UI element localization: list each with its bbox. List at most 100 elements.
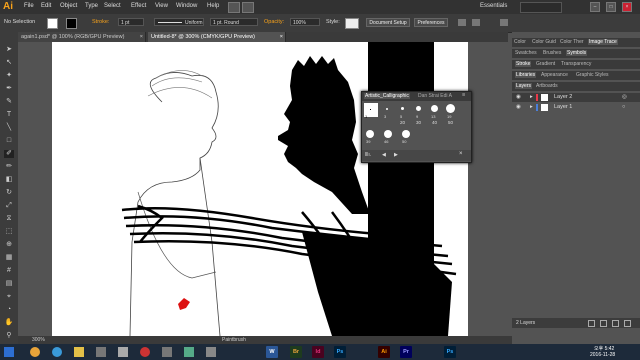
chrome-icon[interactable] [140, 347, 150, 357]
graphic-style-swatch[interactable] [345, 18, 359, 29]
brush-swatch[interactable]: 1 [364, 103, 378, 119]
layer-row-layer-2[interactable]: ◉ ▸ Layer 2 ◎ [512, 93, 640, 102]
brush-swatch[interactable]: 5 [396, 103, 410, 119]
eraser-tool-icon[interactable]: ◧ [4, 176, 14, 184]
zoom-tool-icon[interactable]: ⚲ [4, 332, 14, 340]
eyedropper-tool-icon[interactable]: ⌖ [4, 293, 14, 301]
brush-swatch[interactable]: 13 [428, 103, 442, 119]
tab-untitled-8[interactable]: Untitled-8* @ 300% (CMYK/GPU Preview) × [148, 32, 286, 42]
tab-color[interactable]: Color [514, 39, 526, 45]
opacity-field[interactable]: 100% [290, 18, 320, 26]
trash-icon[interactable] [624, 320, 631, 327]
paintbrush-tool-icon[interactable]: ✐ [4, 150, 14, 158]
close-button[interactable]: × [622, 2, 632, 12]
brush-dot-icon[interactable] [402, 130, 410, 138]
app-icon[interactable] [118, 347, 128, 357]
preferences-button[interactable]: Preferences [414, 18, 448, 27]
shape-builder-tool-icon[interactable]: ⊕ [4, 241, 14, 249]
brush-definition[interactable]: 1 pt. Round [210, 18, 258, 26]
word-icon[interactable]: W [266, 346, 278, 358]
type-tool-icon[interactable]: T [4, 111, 14, 119]
tab-graphic-styles[interactable]: Graphic Styles [576, 72, 609, 78]
target-icon[interactable]: ○ [622, 103, 625, 112]
stroke-swatch[interactable] [66, 18, 77, 29]
illustrator-app-icon[interactable]: Ai [378, 346, 390, 358]
current-tool-status[interactable]: Paintbrush [222, 337, 246, 343]
bridge-icon[interactable] [228, 2, 240, 13]
app-icon[interactable] [162, 347, 172, 357]
menu-effect[interactable]: Effect [131, 3, 146, 9]
menu-edit[interactable]: Edit [41, 3, 51, 9]
windows-start-icon[interactable] [4, 347, 14, 357]
brush-swatch[interactable]: 19 [444, 103, 458, 119]
document-setup-button[interactable]: Document Setup [366, 18, 410, 27]
tab-image-trace[interactable]: Image Trace [588, 39, 618, 45]
file-explorer-icon[interactable] [74, 347, 84, 357]
layer-name[interactable]: Layer 2 [554, 93, 572, 102]
menu-file[interactable]: File [24, 3, 34, 9]
blend-tool-icon[interactable]: ◔ [4, 306, 14, 314]
target-icon[interactable]: ◎ [622, 93, 627, 102]
magic-wand-tool-icon[interactable]: ✦ [4, 72, 14, 80]
tab-artistic-calligraphic[interactable]: Artistic_Calligraphic [364, 93, 410, 99]
variable-width-profile[interactable]: Uniform [154, 18, 204, 26]
brush-library-menu-icon[interactable]: lllı. [365, 152, 371, 158]
locate-object-icon[interactable] [588, 320, 595, 327]
brush-panel-other-tabs[interactable]: Dan Strai Edi A [418, 93, 452, 99]
expand-icon[interactable]: ▸ [530, 93, 533, 102]
indesign-app-icon[interactable]: Id [312, 346, 324, 358]
stroke-weight-field[interactable]: 1 pt [118, 18, 144, 26]
arrange-documents-icon[interactable] [242, 2, 254, 13]
brush-dot-icon[interactable] [384, 130, 392, 138]
stroke-label[interactable]: Stroke: [92, 19, 109, 25]
next-library-icon[interactable]: ▶ [394, 152, 398, 158]
brush-dot-icon[interactable] [366, 130, 374, 138]
layer-row-layer-1[interactable]: ◉ ▸ Layer 1 ○ [512, 103, 640, 112]
make-clipping-mask-icon[interactable] [600, 320, 607, 327]
new-layer-icon[interactable] [612, 320, 619, 327]
tab-brushes[interactable]: Brushes [543, 50, 561, 56]
free-transform-tool-icon[interactable]: ⬚ [4, 228, 14, 236]
tab-color-guide[interactable]: Color Guid [532, 39, 556, 45]
menu-type[interactable]: Type [85, 3, 98, 9]
pen-tool-icon[interactable]: ✒ [4, 85, 14, 93]
mesh-tool-icon[interactable]: # [4, 267, 14, 275]
tab-color-themes[interactable]: Color Ther [560, 39, 584, 45]
artboard-canvas[interactable] [52, 42, 468, 336]
tab-again1[interactable]: again1.psd* @ 100% (RGB/GPU Preview) × [18, 32, 146, 42]
workspace-switcher[interactable]: Essentials [480, 3, 507, 9]
line-tool-icon[interactable]: ╲ [4, 124, 14, 132]
tab-artboards[interactable]: Artboards [536, 83, 558, 89]
app-icon[interactable] [184, 347, 194, 357]
tab-stroke[interactable]: Stroke [515, 61, 532, 67]
tab-gradient[interactable]: Gradient [536, 61, 555, 67]
gradient-tool-icon[interactable]: ▤ [4, 280, 14, 288]
align-icon[interactable] [458, 19, 466, 26]
tab-transparency[interactable]: Transparency [561, 61, 591, 67]
layer-name[interactable]: Layer 1 [554, 103, 572, 112]
curvature-tool-icon[interactable]: ✎ [4, 98, 14, 106]
menu-help[interactable]: Help [207, 3, 219, 9]
transform-icon[interactable] [472, 19, 480, 26]
tab-symbols[interactable]: Symbols [566, 50, 588, 56]
tab-appearance[interactable]: Appearance [541, 72, 568, 78]
direct-selection-tool-icon[interactable]: ↖ [4, 59, 14, 67]
clock-time[interactable]: 오후 5:42 [594, 345, 614, 352]
internet-explorer-icon[interactable] [52, 347, 62, 357]
pencil-tool-icon[interactable]: ✏ [4, 163, 14, 171]
menu-window[interactable]: Window [176, 3, 197, 9]
rotate-tool-icon[interactable]: ↻ [4, 189, 14, 197]
media-player-icon[interactable] [96, 347, 106, 357]
bridge-app-icon[interactable]: Br [290, 346, 302, 358]
perspective-grid-tool-icon[interactable]: ▦ [4, 254, 14, 262]
menu-select[interactable]: Select [104, 3, 121, 9]
clock-date[interactable]: 2016-11-28 [590, 352, 615, 358]
brush-panel-close-icon[interactable]: × [459, 151, 463, 157]
photoshop-app-icon[interactable]: Ps [334, 346, 346, 358]
brush-swatch[interactable]: 3 [380, 103, 394, 119]
eye-icon[interactable]: ◉ [516, 103, 521, 112]
previous-library-icon[interactable]: ◀ [382, 152, 386, 158]
width-tool-icon[interactable]: ⧖ [4, 215, 14, 223]
hand-tool-icon[interactable]: ✋ [4, 319, 14, 327]
selection-tool-icon[interactable]: ➤ [4, 46, 14, 54]
